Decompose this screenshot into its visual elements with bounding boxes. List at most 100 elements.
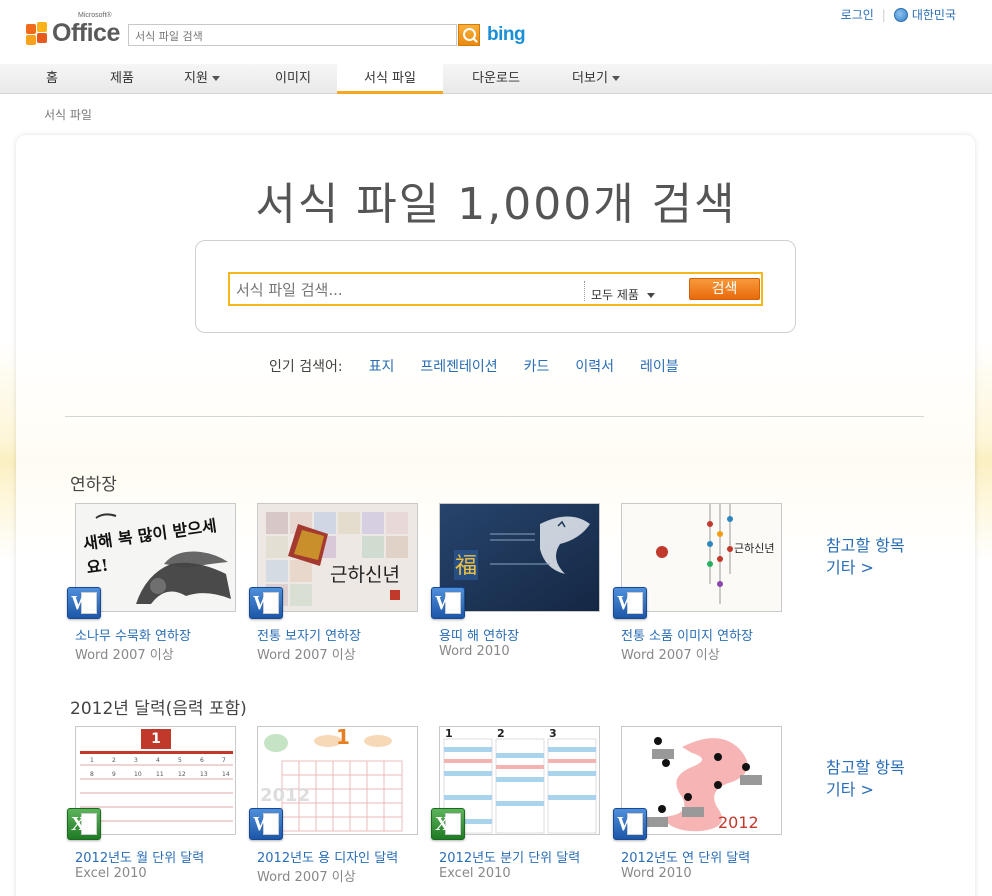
- word-icon: W: [613, 587, 647, 619]
- svg-text:4: 4: [156, 757, 160, 764]
- template-app-label: Word 2007 이상: [621, 648, 720, 663]
- template-app-label: Word 2010: [439, 644, 510, 659]
- search-button[interactable]: 검색: [689, 278, 760, 300]
- svg-text:1: 1: [90, 757, 94, 764]
- nav-item-images[interactable]: 이미지: [262, 64, 324, 94]
- see-more-line: 기타 >: [826, 558, 874, 577]
- globe-icon: [893, 7, 908, 22]
- nav-item-label: 지원: [184, 71, 208, 86]
- calendar-year-watermark: 2012: [260, 785, 311, 806]
- top-search-input[interactable]: [129, 26, 456, 47]
- svg-text:12: 12: [178, 771, 186, 778]
- excel-icon: X: [67, 808, 101, 840]
- see-more-line: 참고할 항목: [826, 536, 905, 555]
- svg-text:2: 2: [112, 757, 116, 764]
- card-greeting-text: 근하신년: [330, 564, 400, 586]
- nav-item-support[interactable]: 지원: [170, 64, 234, 94]
- template-title-link[interactable]: 용띠 해 연하장: [439, 625, 519, 644]
- main-nav: 홈 제품 지원 이미지 서식 파일 다운로드 더보기: [0, 64, 992, 94]
- word-icon: W: [67, 587, 101, 619]
- nav-item-label: 다운로드: [472, 71, 520, 86]
- popular-term-link[interactable]: 레이블: [640, 356, 679, 376]
- section-title: 2012년 달력(음력 포함): [70, 699, 247, 719]
- template-search-box: 모두 제품 검색: [228, 272, 763, 306]
- nav-item-label: 제품: [110, 71, 134, 86]
- popular-term-link[interactable]: 이력서: [575, 356, 614, 376]
- nav-item-more[interactable]: 더보기: [560, 64, 632, 94]
- office-logo[interactable]: Microsoft® Office: [26, 12, 120, 47]
- month-badge: 1: [141, 729, 171, 749]
- link-separator: |: [881, 7, 886, 22]
- chevron-down-icon: [211, 76, 220, 81]
- word-icon: W: [249, 808, 283, 840]
- svg-text:13: 13: [200, 771, 208, 778]
- top-search-button[interactable]: [458, 24, 480, 46]
- region-link[interactable]: 대한민국: [912, 6, 956, 23]
- svg-text:6: 6: [200, 757, 204, 764]
- popular-term-link[interactable]: 표지: [369, 356, 395, 376]
- template-title-link[interactable]: 2012년도 연 단위 달력: [621, 847, 750, 866]
- template-app-label: Word 2007 이상: [257, 870, 356, 885]
- svg-text:9: 9: [112, 771, 116, 778]
- svg-text:10: 10: [134, 771, 142, 778]
- popular-term-link[interactable]: 카드: [524, 356, 550, 376]
- section-divider: [65, 416, 924, 417]
- nav-item-label: 서식 파일: [364, 71, 416, 86]
- popular-searches: 인기 검색어: 표지 프레젠테이션 카드 이력서 레이블: [269, 356, 705, 376]
- nav-item-label: 더보기: [572, 71, 608, 86]
- template-app-label: Excel 2010: [439, 866, 511, 881]
- nav-item-downloads[interactable]: 다운로드: [460, 64, 532, 94]
- template-app-label: Excel 2010: [75, 866, 147, 881]
- see-more-link[interactable]: 참고할 항목 기타 >: [826, 535, 905, 579]
- calendar-year-label: 2012: [718, 813, 759, 832]
- nav-item-templates[interactable]: 서식 파일: [337, 64, 443, 94]
- header: Microsoft® Office bing 로그인 | 대한민국: [0, 0, 992, 64]
- word-icon: W: [431, 587, 465, 619]
- svg-text:8: 8: [90, 771, 94, 778]
- quarter-month-label: 1: [445, 727, 453, 740]
- search-divider: [584, 281, 585, 301]
- template-title-link[interactable]: 소나무 수묵화 연하장: [75, 625, 191, 644]
- template-search-input[interactable]: [236, 278, 581, 302]
- product-filter-select[interactable]: 모두 제품: [591, 286, 655, 303]
- see-more-link[interactable]: 참고할 항목 기타 >: [826, 757, 905, 801]
- svg-text:14: 14: [222, 771, 230, 778]
- popular-term-link[interactable]: 프레젠테이션: [420, 356, 497, 376]
- template-title-link[interactable]: 2012년도 월 단위 달력: [75, 847, 204, 866]
- svg-text:7: 7: [222, 757, 226, 764]
- svg-text:11: 11: [156, 771, 164, 778]
- popular-searches-label: 인기 검색어:: [269, 359, 343, 375]
- card-fortune-text: 福: [455, 554, 478, 579]
- see-more-line: 기타 >: [826, 780, 874, 799]
- template-app-label: Word 2007 이상: [75, 648, 174, 663]
- template-title-link[interactable]: 2012년도 분기 단위 달력: [439, 847, 580, 866]
- card-greeting-text: 근하신년: [734, 542, 775, 555]
- month-badge: 1: [336, 726, 350, 749]
- logo-microsoft-text: Microsoft®: [78, 12, 112, 19]
- section-title: 연하장: [70, 475, 117, 495]
- breadcrumb[interactable]: 서식 파일: [44, 106, 92, 123]
- bing-logo[interactable]: bing: [487, 24, 526, 46]
- template-title-link[interactable]: 2012년도 용 디자인 달력: [257, 847, 398, 866]
- template-title-link[interactable]: 전통 보자기 연하장: [257, 625, 361, 644]
- excel-icon: X: [431, 808, 465, 840]
- chevron-down-icon: [611, 76, 620, 81]
- see-more-line: 참고할 항목: [826, 758, 905, 777]
- nav-item-label: 이미지: [275, 71, 311, 86]
- svg-text:5: 5: [178, 757, 182, 764]
- template-app-label: Word 2010: [621, 866, 692, 881]
- account-links: 로그인 | 대한민국: [841, 6, 956, 23]
- office-logo-icon: [26, 22, 50, 46]
- logo-office-text: Office: [52, 19, 120, 47]
- svg-text:3: 3: [134, 757, 138, 764]
- quarter-month-label: 2: [497, 727, 505, 740]
- template-app-label: Word 2007 이상: [257, 648, 356, 663]
- chevron-down-icon: [646, 293, 655, 298]
- login-link[interactable]: 로그인: [841, 6, 874, 23]
- page-title: 서식 파일 1,000개 검색: [255, 179, 737, 230]
- nav-item-home[interactable]: 홈: [28, 64, 76, 94]
- top-search-field[interactable]: [128, 24, 457, 47]
- nav-item-products[interactable]: 제품: [95, 64, 149, 94]
- template-title-link[interactable]: 전통 소품 이미지 연하장: [621, 625, 753, 644]
- quarter-month-label: 3: [549, 727, 557, 740]
